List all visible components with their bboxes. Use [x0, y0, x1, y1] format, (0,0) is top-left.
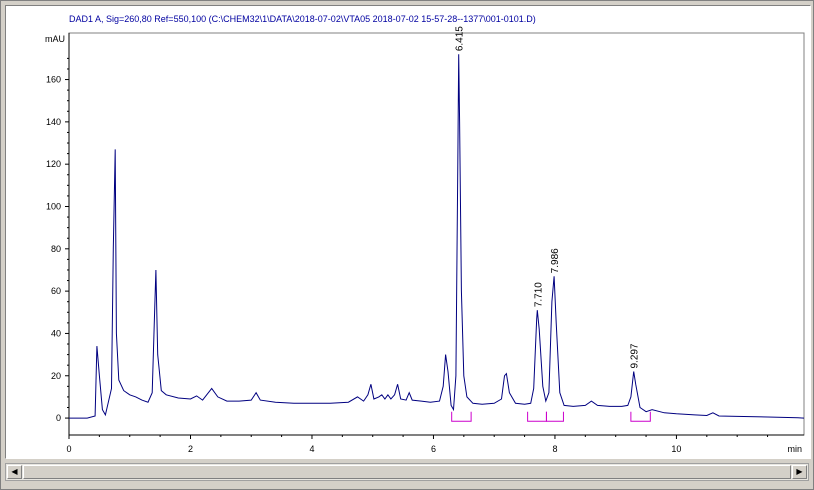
peak-label: 7.710: [533, 282, 544, 307]
arrow-left-icon[interactable]: ◀: [7, 465, 22, 479]
y-tick-label: 160: [46, 75, 61, 85]
y-axis-label: mAU: [45, 34, 65, 44]
y-tick-label: 0: [56, 413, 61, 423]
x-tick-label: 10: [671, 444, 681, 454]
peak-label: 9.297: [630, 343, 641, 368]
chromatogram-chart: 0 20 40 60 80 100 120 140 160 mAU 0 2 4 6 8 10 min 6.415…: [45, 26, 805, 454]
x-tick-label: 8: [552, 444, 557, 454]
scrollbar-thumb[interactable]: [23, 465, 791, 479]
peak-baseline: [527, 411, 547, 422]
peak-baseline: [545, 411, 564, 422]
y-tick-label: 80: [51, 244, 61, 254]
chromatogram-window: DAD1 A, Sig=260,80 Ref=550,100 (C:\CHEM3…: [0, 0, 814, 490]
horizontal-scrollbar[interactable]: ◀ ▶: [5, 463, 809, 481]
peak-label: 6.415: [455, 26, 466, 51]
arrow-right-icon[interactable]: ▶: [792, 465, 807, 479]
x-tick-label: 2: [188, 444, 193, 454]
peak-baseline: [451, 411, 472, 422]
x-tick-label: 0: [66, 444, 71, 454]
y-tick-label: 100: [46, 201, 61, 211]
x-tick-label: 6: [431, 444, 436, 454]
peak-baseline: [630, 411, 651, 422]
y-tick-label: 120: [46, 159, 61, 169]
axes: 0 20 40 60 80 100 120 140 160 mAU 0 2 4 6 8 10 min: [45, 33, 804, 454]
y-tick-label: 60: [51, 286, 61, 296]
y-tick-label: 140: [46, 117, 61, 127]
y-tick-label: 20: [51, 371, 61, 381]
plot-border: [68, 32, 805, 436]
y-tick-label: 40: [51, 328, 61, 338]
signal-trace: [69, 54, 805, 419]
x-axis-label: min: [787, 444, 802, 454]
x-tick-label: 4: [309, 444, 314, 454]
peak-labels: 6.415 7.710 7.986 9.297: [455, 26, 641, 369]
peak-baselines: [451, 411, 651, 422]
peak-label: 7.986: [550, 248, 561, 273]
